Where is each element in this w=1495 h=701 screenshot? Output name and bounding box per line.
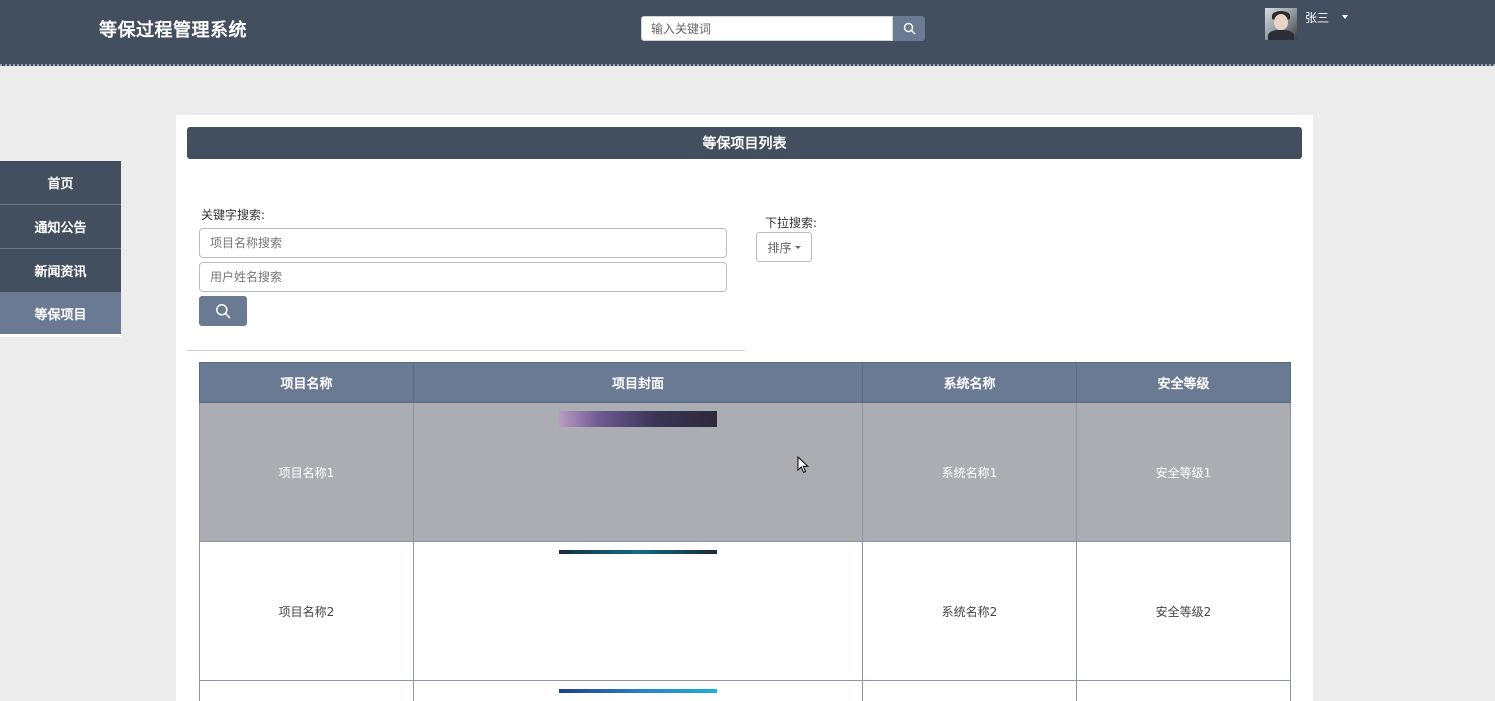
keyword-search-label: 关键字搜索: xyxy=(201,208,266,222)
cell-project-cover xyxy=(413,541,863,681)
project-table: 项目名称 项目封面 系统名称 安全等级 项目名称1 系统名称1 安全等级1 项目… xyxy=(199,362,1291,701)
cell-project-name: 项目名称1 xyxy=(199,402,414,542)
project-cover-image[interactable] xyxy=(559,411,717,427)
app-title: 等保过程管理系统 xyxy=(99,20,247,41)
global-search-input[interactable] xyxy=(641,16,893,41)
cell-project-cover xyxy=(413,402,863,542)
cell-system-name: 系统名称1 xyxy=(862,402,1077,542)
table-header-row: 项目名称 项目封面 系统名称 安全等级 xyxy=(199,362,1291,403)
cell-project-name xyxy=(199,680,414,701)
project-name-search-input[interactable] xyxy=(199,228,727,258)
sidebar-item-notices[interactable]: 通知公告 xyxy=(0,205,121,249)
sidebar-item-projects[interactable]: 等保项目 xyxy=(0,293,121,337)
sidebar-item-home[interactable]: 首页 xyxy=(0,161,121,205)
global-search-button[interactable] xyxy=(893,16,925,41)
sort-dropdown-label: 排序 xyxy=(767,240,792,255)
user-name-search-input[interactable] xyxy=(199,262,727,292)
search-icon xyxy=(903,22,915,35)
sidebar-item-news[interactable]: 新闻资讯 xyxy=(0,249,121,293)
dropdown-search-label: 下拉搜索: xyxy=(765,216,818,230)
page-title: 等保项目列表 xyxy=(187,127,1302,159)
table-row[interactable]: 项目名称1 系统名称1 安全等级1 xyxy=(199,402,1291,542)
column-header-security-level: 安全等级 xyxy=(1076,362,1291,403)
table-row[interactable]: 项目名称2 系统名称2 安全等级2 xyxy=(199,541,1291,681)
project-cover-image[interactable] xyxy=(559,550,717,554)
cell-project-name: 项目名称2 xyxy=(199,541,414,681)
cell-security-level: 安全等级2 xyxy=(1076,541,1291,681)
search-button[interactable] xyxy=(199,296,247,326)
main-panel: 等保项目列表 关键字搜索: 下拉搜索: 排序 项目名称 项目封面 系统名称 安全… xyxy=(176,115,1313,701)
mouse-cursor-icon xyxy=(797,456,809,474)
column-header-system-name: 系统名称 xyxy=(862,362,1077,403)
project-cover-image[interactable] xyxy=(559,689,717,693)
table-row[interactable] xyxy=(199,680,1291,701)
cell-security-level: 安全等级1 xyxy=(1076,402,1291,542)
search-icon xyxy=(216,304,231,319)
column-header-project-name: 项目名称 xyxy=(199,362,414,403)
user-name[interactable]: 张三 xyxy=(1305,9,1329,26)
divider xyxy=(187,350,745,351)
avatar[interactable] xyxy=(1265,8,1297,40)
sort-dropdown[interactable]: 排序 xyxy=(756,232,812,262)
cell-project-cover xyxy=(413,680,863,701)
caret-down-icon xyxy=(794,245,801,249)
cell-system-name xyxy=(862,680,1077,701)
cell-security-level xyxy=(1076,680,1291,701)
chevron-down-icon[interactable] xyxy=(1342,15,1348,19)
sidebar: 首页 通知公告 新闻资讯 等保项目 xyxy=(0,161,121,337)
cell-system-name: 系统名称2 xyxy=(862,541,1077,681)
column-header-project-cover: 项目封面 xyxy=(413,362,863,403)
top-navbar: 等保过程管理系统 张三 xyxy=(0,0,1495,66)
